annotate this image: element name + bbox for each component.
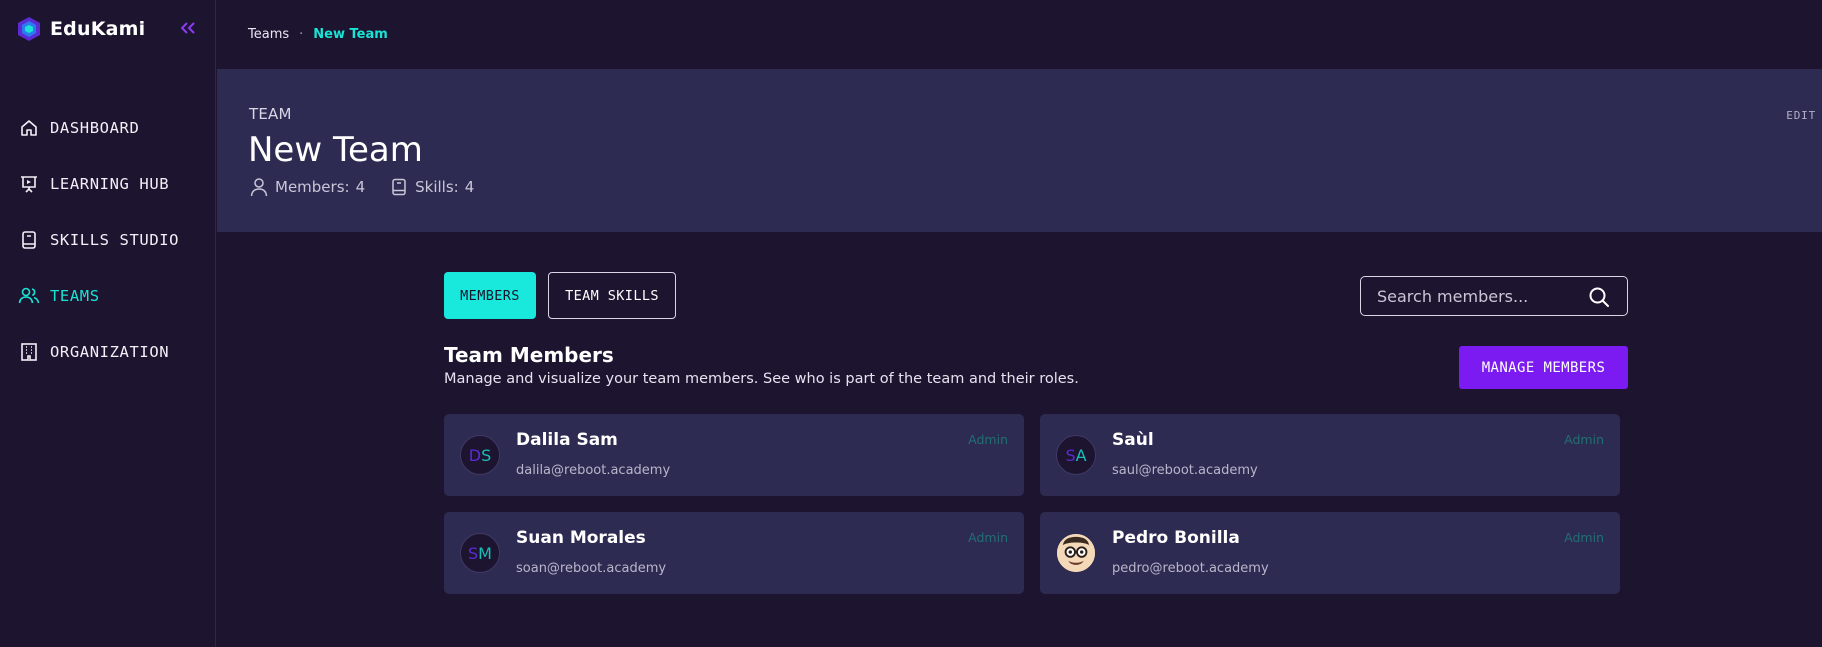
chevrons-left-icon: [181, 22, 195, 34]
member-name: Saùl: [1112, 430, 1154, 450]
search-input[interactable]: [1377, 286, 1577, 306]
member-email: pedro@reboot.academy: [1112, 561, 1269, 576]
member-role-badge: Admin: [968, 432, 1008, 447]
tab-team-skills[interactable]: TEAM SKILLS: [548, 272, 676, 319]
avatar: [1056, 533, 1096, 573]
presentation-icon: [18, 173, 40, 195]
user-icon: [249, 177, 269, 197]
book-icon: [18, 229, 40, 251]
cartoon-avatar-icon: [1057, 534, 1095, 572]
team-meta: Members: 4 Skills: 4: [249, 177, 474, 197]
page-title: New Team: [248, 130, 423, 170]
member-email: soan@reboot.academy: [516, 561, 667, 576]
members-label: Members:: [275, 178, 350, 196]
section-title: Team Members: [444, 343, 614, 367]
avatar: SM: [460, 533, 500, 573]
sidebar-item-skills-studio[interactable]: SKILLS STUDIO: [0, 212, 216, 268]
sidebar-item-label: DASHBOARD: [50, 119, 140, 137]
team-kicker: TEAM: [249, 105, 292, 123]
member-name: Suan Morales: [516, 528, 646, 548]
building-icon: [18, 341, 40, 363]
member-card[interactable]: SA Saùl saul@reboot.academy Admin: [1040, 414, 1620, 496]
member-role-badge: Admin: [968, 530, 1008, 545]
member-email: dalila@reboot.academy: [516, 463, 671, 478]
sidebar-item-label: TEAMS: [50, 287, 100, 305]
users-icon: [18, 285, 40, 307]
tab-members[interactable]: MEMBERS: [444, 272, 536, 319]
member-name: Pedro Bonilla: [1112, 528, 1240, 548]
sidebar-nav: DASHBOARD LEARNING HUB SKILLS STUDIO TEA…: [0, 100, 216, 380]
sidebar-item-label: ORGANIZATION: [50, 343, 170, 361]
member-card[interactable]: SM Suan Morales soan@reboot.academy Admi…: [444, 512, 1024, 594]
edukami-logo-icon: [18, 17, 40, 41]
sidebar-item-organization[interactable]: ORGANIZATION: [0, 324, 216, 380]
breadcrumb-separator: ·: [299, 27, 304, 42]
breadcrumb-current: New Team: [313, 27, 388, 42]
edit-button[interactable]: EDIT: [1786, 109, 1816, 122]
home-icon: [18, 117, 40, 139]
members-count: 4: [355, 178, 366, 196]
member-role-badge: Admin: [1564, 432, 1604, 447]
sidebar-item-label: LEARNING HUB: [50, 175, 170, 193]
avatar: DS: [460, 435, 500, 475]
book-icon: [389, 177, 409, 197]
breadcrumb: Teams · New Team: [217, 0, 1822, 69]
team-header: TEAM New Team Members: 4 Skills: 4 EDIT: [217, 69, 1822, 232]
sidebar: EduKami DASHBOARD LEARNING HUB SKILLS ST…: [0, 0, 216, 647]
member-role-badge: Admin: [1564, 530, 1604, 545]
section-description: Manage and visualize your team members. …: [444, 371, 1079, 387]
brand[interactable]: EduKami: [16, 14, 145, 44]
skills-label: Skills:: [415, 178, 459, 196]
member-email: saul@reboot.academy: [1112, 463, 1258, 478]
manage-members-button[interactable]: MANAGE MEMBERS: [1459, 346, 1628, 389]
collapse-sidebar-button[interactable]: [178, 18, 198, 38]
sidebar-item-teams[interactable]: TEAMS: [0, 268, 216, 324]
sidebar-item-learning-hub[interactable]: LEARNING HUB: [0, 156, 216, 212]
sidebar-item-label: SKILLS STUDIO: [50, 231, 180, 249]
search-icon[interactable]: [1587, 285, 1611, 309]
member-name: Dalila Sam: [516, 430, 618, 450]
sidebar-item-dashboard[interactable]: DASHBOARD: [0, 100, 216, 156]
brand-name: EduKami: [50, 18, 146, 40]
skills-count: 4: [464, 178, 475, 196]
avatar: SA: [1056, 435, 1096, 475]
member-card[interactable]: Pedro Bonilla pedro@reboot.academy Admin: [1040, 512, 1620, 594]
member-card[interactable]: DS Dalila Sam dalila@reboot.academy Admi…: [444, 414, 1024, 496]
breadcrumb-teams[interactable]: Teams: [248, 27, 289, 42]
search-box: [1360, 276, 1628, 316]
